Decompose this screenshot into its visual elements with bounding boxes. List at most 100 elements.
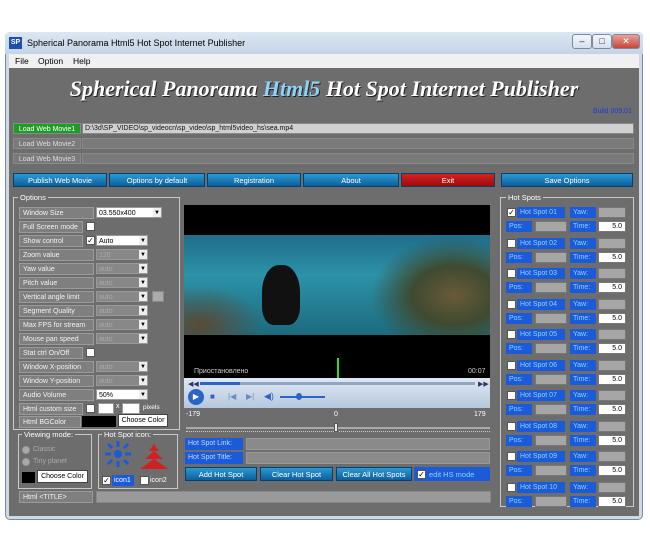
hotspot-time-input[interactable]: 5.0 [598, 313, 626, 324]
hotspot-checkbox[interactable] [507, 483, 516, 492]
hotspot-checkbox[interactable] [507, 269, 516, 278]
hotspot-yaw-input[interactable] [598, 268, 626, 279]
about-button[interactable]: About [303, 173, 399, 187]
hotspot-pos-input[interactable] [535, 313, 567, 324]
yaw-slider-thumb[interactable] [334, 423, 338, 432]
volume-icon[interactable]: ◀) [264, 391, 274, 402]
clear-hotspot-button[interactable]: Clear Hot Spot [260, 467, 333, 481]
zoom-select[interactable]: 120 ▼ [96, 249, 148, 260]
html-size-checkbox[interactable] [86, 404, 95, 413]
hotspot-time-input[interactable]: 5.0 [598, 221, 626, 232]
hotspot-pos-input[interactable] [535, 343, 567, 354]
hotspot-yaw-input[interactable] [598, 329, 626, 340]
hotspot-pos-input[interactable] [535, 465, 567, 476]
hotspot-pos-input[interactable] [535, 221, 567, 232]
menu-file[interactable]: File [15, 56, 29, 66]
y-position-select[interactable]: auto ▼ [96, 375, 148, 386]
tiny-planet-radio[interactable] [22, 458, 30, 466]
hotspot-time-input[interactable]: 5.0 [598, 435, 626, 446]
icon2-preview-icon[interactable] [139, 442, 169, 474]
x-position-select[interactable]: auto ▼ [96, 361, 148, 372]
pitch-select[interactable]: auto ▼ [96, 277, 148, 288]
hotspot-time-input[interactable]: 5.0 [598, 343, 626, 354]
hotspot-yaw-input[interactable] [598, 360, 626, 371]
hotspot-time-input[interactable]: 5.0 [598, 496, 626, 507]
volume-slider[interactable] [280, 396, 325, 398]
seek-bar[interactable] [200, 382, 475, 385]
seek-back-icon[interactable]: ◀◀ [188, 380, 199, 388]
prev-icon[interactable]: |◀ [228, 392, 236, 401]
movie1-path[interactable]: D:\3d\SP_VIDEO\sp_videocn\sp_video\sp_ht… [82, 123, 634, 134]
audio-volume-select[interactable]: 50% ▼ [96, 389, 148, 400]
html-width-input[interactable] [98, 403, 114, 414]
movie2-path[interactable] [82, 138, 634, 149]
hotspot-yaw-input[interactable] [598, 207, 626, 218]
load-movie2-button[interactable]: Load Web Movie2 [13, 138, 81, 149]
hotspot-pos-input[interactable] [535, 496, 567, 507]
hotspot-pos-input[interactable] [535, 282, 567, 293]
hotspot-checkbox[interactable] [507, 391, 516, 400]
pan-speed-select[interactable]: auto ▼ [96, 333, 148, 344]
hotspot-time-input[interactable]: 5.0 [598, 404, 626, 415]
segment-quality-select[interactable]: auto ▼ [96, 305, 148, 316]
hotspot-yaw-input[interactable] [598, 299, 626, 310]
next-icon[interactable]: ▶| [246, 392, 254, 401]
hotspot-checkbox[interactable] [507, 239, 516, 248]
registration-button[interactable]: Registration [207, 173, 301, 187]
clear-all-hotspots-button[interactable]: Clear All Hot Spots [336, 467, 412, 481]
seek-forward-icon[interactable]: ▶▶ [478, 380, 489, 388]
movie3-path[interactable] [82, 153, 634, 164]
icon1-checkbox[interactable]: ✓ [102, 476, 111, 485]
stop-icon[interactable]: ■ [210, 392, 215, 401]
icon2-checkbox[interactable] [140, 476, 149, 485]
hotspot-checkbox[interactable] [507, 422, 516, 431]
html-height-input[interactable] [122, 403, 140, 414]
vertical-limit-select[interactable]: auto ▼ [96, 291, 148, 302]
max-fps-select[interactable]: auto ▼ [96, 319, 148, 330]
hs-link-input[interactable] [246, 438, 490, 450]
hotspot-checkbox[interactable] [507, 452, 516, 461]
html-title-input[interactable] [96, 491, 491, 503]
load-movie1-button[interactable]: Load Web Movie1 [13, 123, 81, 134]
hotspot-pos-input[interactable] [535, 404, 567, 415]
hotspot-yaw-input[interactable] [598, 238, 626, 249]
exit-button[interactable]: Exit [401, 173, 495, 187]
load-movie3-button[interactable]: Load Web Movie3 [13, 153, 81, 164]
menu-option[interactable]: Option [38, 56, 63, 66]
add-hotspot-button[interactable]: Add Hot Spot [185, 467, 257, 481]
hotspot-checkbox[interactable] [507, 361, 516, 370]
minimize-icon[interactable]: – [572, 34, 592, 49]
hotspot-checkbox[interactable] [507, 300, 516, 309]
hotspot-yaw-input[interactable] [598, 482, 626, 493]
hotspot-checkbox[interactable]: ✓ [507, 208, 516, 217]
hotspot-time-input[interactable]: 5.0 [598, 282, 626, 293]
hotspot-pos-input[interactable] [535, 252, 567, 263]
viewing-choose-color-button[interactable]: Choose Color [37, 470, 88, 483]
options-default-button[interactable]: Options by default [109, 173, 205, 187]
hotspot-checkbox[interactable] [507, 330, 516, 339]
show-control-checkbox[interactable]: ✓ [86, 236, 95, 245]
maximize-icon[interactable]: □ [592, 34, 612, 49]
vertical-limit-button[interactable] [152, 291, 164, 302]
close-icon[interactable]: ✕ [612, 34, 640, 49]
fullscreen-checkbox[interactable] [86, 222, 95, 231]
hotspot-time-input[interactable]: 5.0 [598, 252, 626, 263]
hotspot-time-input[interactable]: 5.0 [598, 374, 626, 385]
volume-knob[interactable] [296, 393, 302, 400]
hotspot-yaw-input[interactable] [598, 390, 626, 401]
save-options-button[interactable]: Save Options [501, 173, 633, 187]
edit-hs-checkbox[interactable]: ✓ [417, 470, 426, 479]
publish-button[interactable]: Publish Web Movie [13, 173, 107, 187]
hotspot-time-input[interactable]: 5.0 [598, 465, 626, 476]
window-size-select[interactable]: 03.550x400 ▼ [96, 207, 162, 218]
menu-help[interactable]: Help [73, 56, 90, 66]
play-icon[interactable]: ▶ [188, 389, 204, 405]
choose-color-button[interactable]: Choose Color [118, 414, 168, 427]
icon1-preview-icon[interactable] [103, 440, 133, 474]
hotspot-pos-input[interactable] [535, 435, 567, 446]
classic-radio[interactable] [22, 446, 30, 454]
hotspot-yaw-input[interactable] [598, 451, 626, 462]
hotspot-yaw-input[interactable] [598, 421, 626, 432]
yaw-select[interactable]: auto ▼ [96, 263, 148, 274]
show-control-select[interactable]: Auto ▼ [96, 235, 148, 246]
